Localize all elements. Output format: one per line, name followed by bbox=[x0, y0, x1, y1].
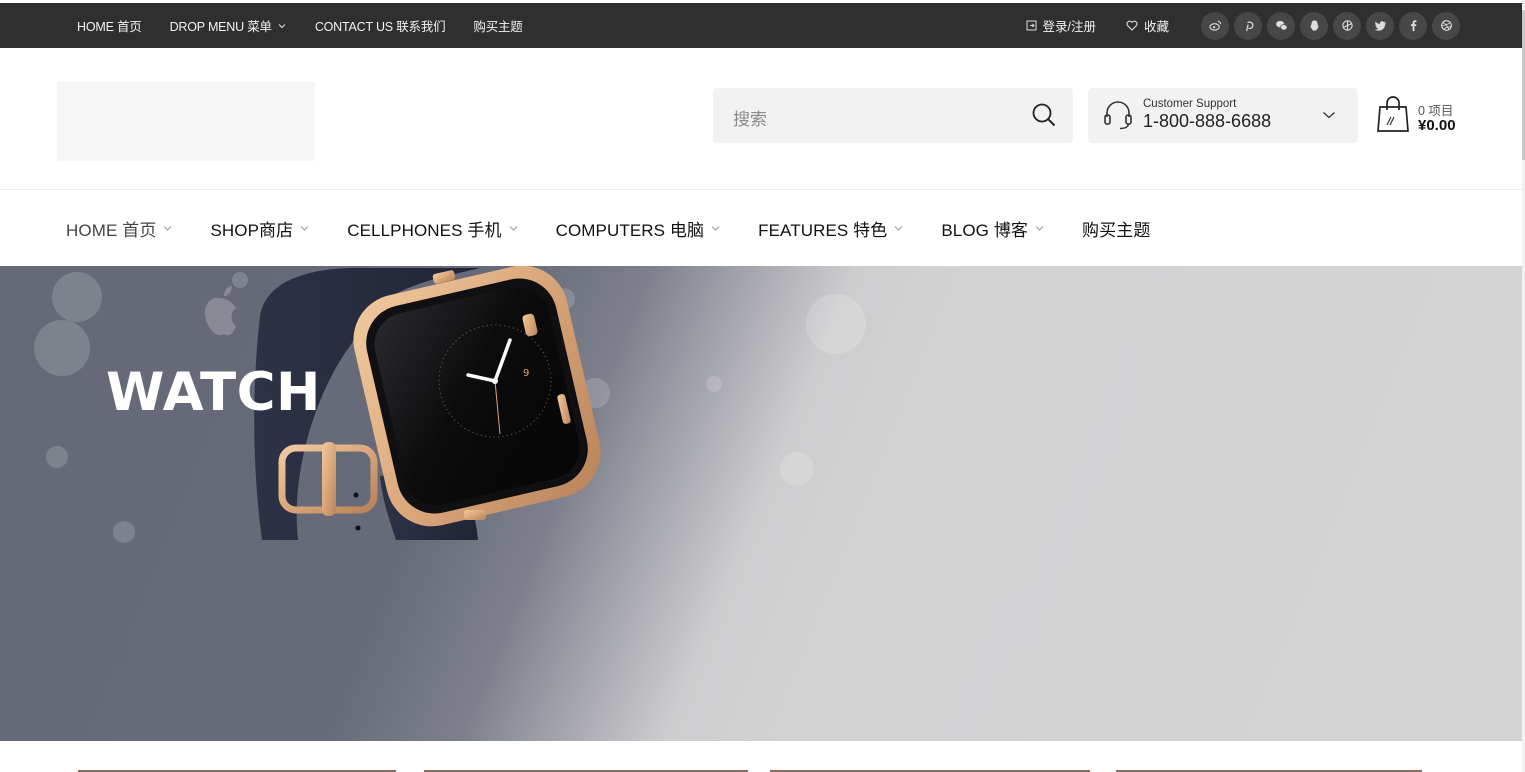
weibo-icon[interactable] bbox=[1201, 11, 1229, 40]
chevron-down-icon bbox=[164, 225, 172, 231]
customer-support[interactable]: Customer Support 1-800-888-6688 bbox=[1088, 88, 1358, 143]
page: HOME 首页 DROP MENU 菜单 CONTACT US 联系我们 购买主… bbox=[0, 0, 1525, 772]
search-input[interactable]: 搜索 bbox=[733, 105, 767, 130]
product-strip bbox=[0, 741, 1522, 772]
top-nav: HOME 首页 DROP MENU 菜单 CONTACT US 联系我们 购买主… bbox=[77, 3, 523, 48]
main-nav-computers[interactable]: COMPUTERS 电脑 bbox=[556, 216, 721, 241]
main-nav-label: SHOP商店 bbox=[210, 220, 294, 240]
chevron-down-icon bbox=[278, 23, 286, 28]
top-nav-contact[interactable]: CONTACT US 联系我们 bbox=[315, 16, 446, 35]
social-links bbox=[1201, 11, 1460, 40]
chevron-down-icon[interactable] bbox=[1322, 109, 1336, 121]
search-box[interactable]: 搜索 bbox=[713, 88, 1073, 143]
chevron-down-icon bbox=[300, 225, 309, 231]
tencent-icon[interactable] bbox=[1333, 11, 1361, 40]
top-nav-label: HOME 首页 bbox=[77, 20, 142, 34]
bokeh-light bbox=[46, 446, 68, 468]
chevron-down-icon bbox=[509, 225, 517, 231]
apple-logo-shape bbox=[204, 286, 236, 336]
wechat-icon[interactable] bbox=[1267, 11, 1295, 40]
main-nav-label: CELLPHONES 手机 bbox=[347, 220, 502, 240]
qq-icon[interactable] bbox=[1300, 11, 1328, 40]
login-register-label: 登录/注册 bbox=[1042, 20, 1096, 34]
main-nav-features[interactable]: FEATURES 特色 bbox=[758, 216, 903, 241]
main-nav-home[interactable]: HOME 首页 bbox=[66, 216, 172, 241]
watch-numeral: 9 bbox=[523, 368, 529, 379]
chevron-down-icon bbox=[895, 225, 903, 231]
main-nav-shop[interactable]: SHOP商店 bbox=[210, 216, 309, 241]
wishlist-label: 收藏 bbox=[1143, 20, 1169, 34]
main-nav-label: BLOG 博客 bbox=[941, 220, 1029, 240]
bokeh-light bbox=[113, 521, 135, 543]
top-right: 登录/注册 收藏 bbox=[1026, 3, 1460, 48]
facebook-icon[interactable] bbox=[1399, 11, 1427, 40]
login-register-link[interactable]: 登录/注册 bbox=[1026, 16, 1096, 35]
top-nav-home[interactable]: HOME 首页 bbox=[77, 16, 142, 35]
twitter-icon[interactable] bbox=[1366, 11, 1394, 40]
site-logo[interactable] bbox=[57, 82, 315, 161]
main-nav-label: 购买主题 bbox=[1082, 220, 1151, 240]
main-nav-cellphones[interactable]: CELLPHONES 手机 bbox=[347, 216, 517, 241]
main-nav-label: FEATURES 特色 bbox=[758, 220, 888, 240]
main-nav-label: COMPUTERS 电脑 bbox=[555, 220, 705, 240]
top-nav-label: 购买主题 bbox=[473, 20, 523, 34]
bokeh-light bbox=[34, 320, 90, 376]
bokeh-light bbox=[806, 294, 866, 354]
search-icon[interactable] bbox=[1031, 102, 1057, 128]
bokeh-light bbox=[780, 452, 814, 486]
dribbble-icon[interactable] bbox=[1432, 11, 1460, 40]
support-phone: 1-800-888-6688 bbox=[1143, 111, 1272, 131]
main-nav-blog[interactable]: BLOG 博客 bbox=[941, 216, 1044, 241]
cart-total: ¥0.00 bbox=[1418, 117, 1456, 134]
bokeh-light bbox=[706, 376, 722, 392]
top-nav-label: DROP MENU 菜单 bbox=[169, 20, 272, 34]
main-nav-buy-theme[interactable]: 购买主题 bbox=[1082, 216, 1150, 241]
hero-title: WATCH bbox=[106, 362, 321, 423]
mini-cart[interactable]: 0 项目 ¥0.00 bbox=[1376, 96, 1466, 136]
chevron-down-icon bbox=[711, 225, 720, 231]
shopping-bag-icon bbox=[1377, 96, 1409, 132]
pinterest-icon[interactable] bbox=[1234, 11, 1262, 40]
main-nav-label: HOME 首页 bbox=[66, 220, 157, 240]
login-icon bbox=[1026, 20, 1036, 31]
top-bar: HOME 首页 DROP MENU 菜单 CONTACT US 联系我们 购买主… bbox=[0, 0, 1522, 48]
headset-icon bbox=[1104, 101, 1132, 130]
wishlist-link[interactable]: 收藏 bbox=[1126, 16, 1169, 35]
top-nav-label: CONTACT US 联系我们 bbox=[314, 20, 446, 34]
hero-banner[interactable]: 9 WATCH bbox=[0, 266, 1522, 741]
support-label: Customer Support bbox=[1143, 98, 1237, 110]
bokeh-light bbox=[52, 272, 102, 322]
main-nav: HOME 首页 SHOP商店 CELLPHONES 手机 COMPUTERS 电… bbox=[66, 190, 1188, 266]
heart-icon bbox=[1126, 20, 1138, 31]
chevron-down-icon bbox=[1035, 225, 1044, 231]
top-nav-drop-menu[interactable]: DROP MENU 菜单 bbox=[170, 16, 287, 35]
top-nav-buy-theme[interactable]: 购买主题 bbox=[473, 16, 522, 35]
